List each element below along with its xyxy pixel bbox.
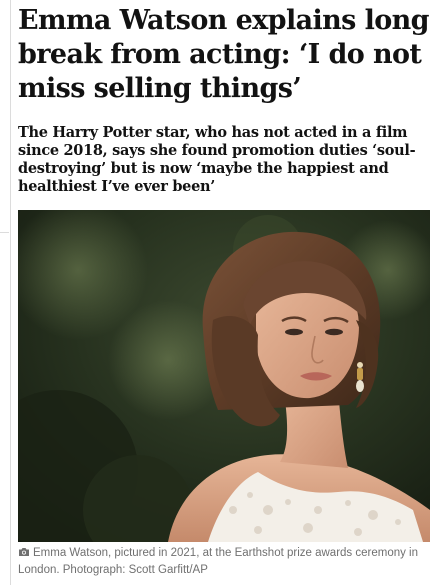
camera-icon [18, 547, 30, 563]
image-caption-text: Emma Watson, pictured in 2021, at the Ea… [18, 547, 419, 576]
image-caption: Emma Watson, pictured in 2021, at the Ea… [18, 546, 430, 578]
article-headline: Emma Watson explains long break from act… [18, 5, 430, 104]
left-margin-tick [0, 232, 9, 233]
article-standfirst: The Harry Potter star, who has not acted… [18, 124, 416, 195]
left-margin-rule [10, 0, 11, 585]
article-main-image [18, 210, 430, 542]
